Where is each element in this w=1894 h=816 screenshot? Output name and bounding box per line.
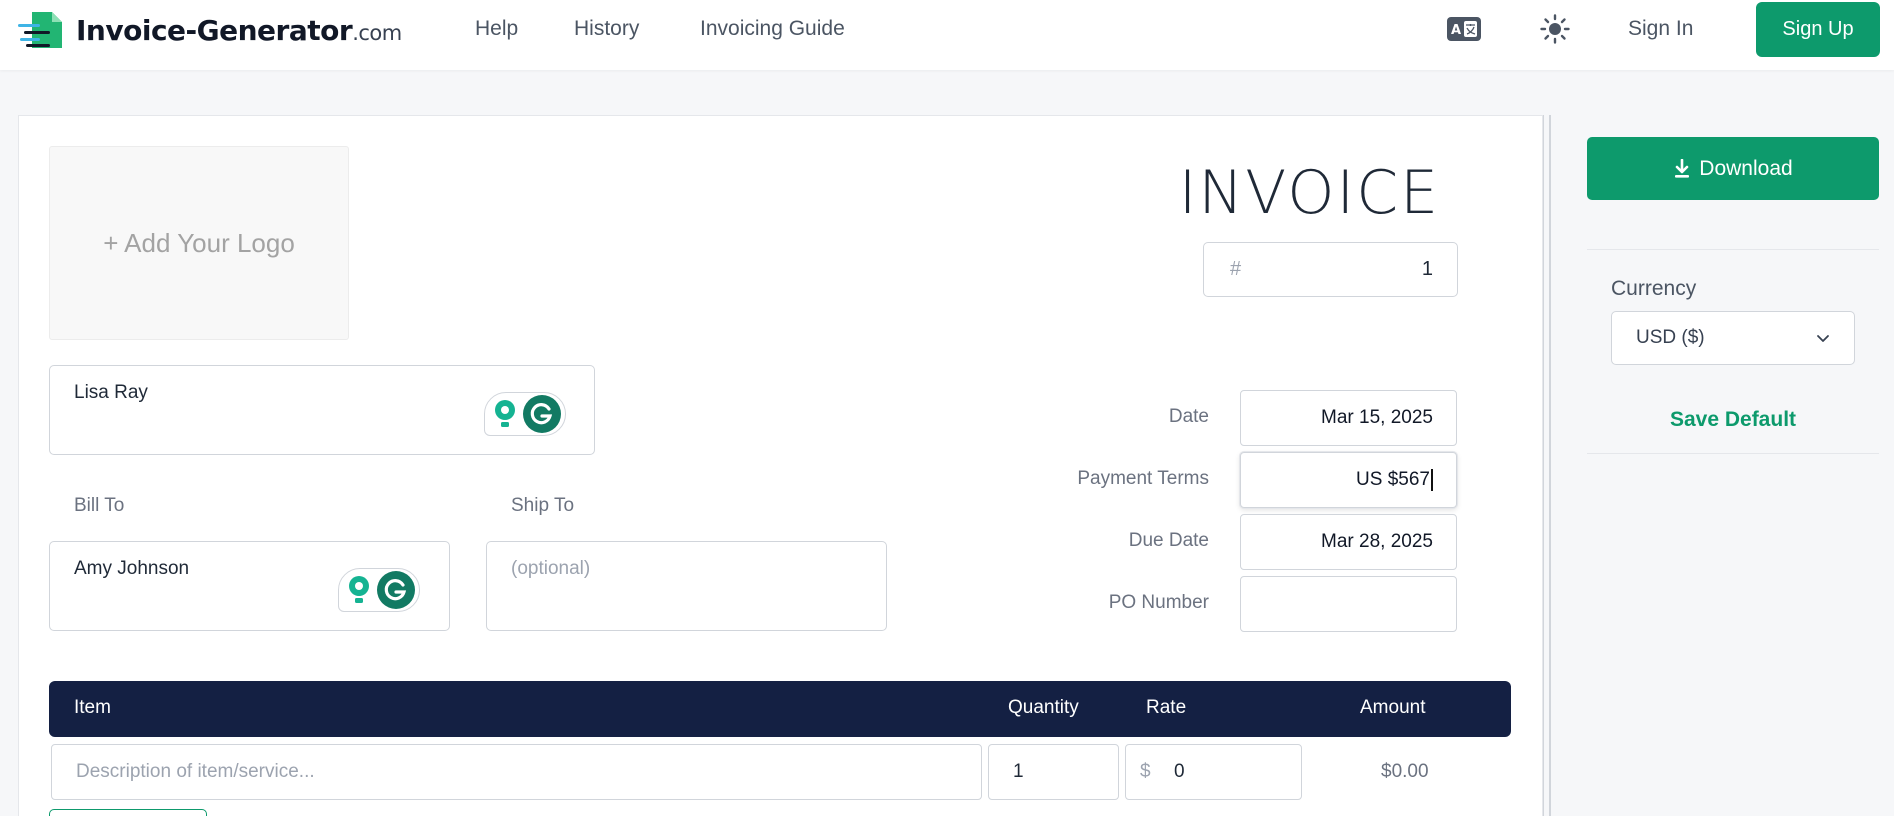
add-logo-button[interactable]: + Add Your Logo <box>49 146 349 340</box>
text-caret <box>1431 469 1433 491</box>
column-amount: Amount <box>1360 697 1426 718</box>
due-date-field[interactable]: Mar 28, 2025 <box>1240 514 1457 570</box>
invoice-title[interactable]: INVOICE <box>1179 158 1440 228</box>
ship-to-label: Ship To <box>511 495 575 516</box>
nav-history[interactable]: History <box>574 17 639 41</box>
payment-terms-value: US $567 <box>1356 469 1430 490</box>
currency-symbol: $ <box>1140 761 1151 782</box>
grammarly-badge[interactable] <box>338 568 420 612</box>
currency-label: Currency <box>1611 277 1697 300</box>
lightbulb-icon <box>349 576 369 603</box>
bill-to-field[interactable]: Amy Johnson <box>49 541 450 631</box>
item-description-placeholder: Description of item/service... <box>76 761 315 782</box>
item-amount: $0.00 <box>1381 761 1429 782</box>
date-field[interactable]: Mar 15, 2025 <box>1240 390 1457 446</box>
from-field[interactable]: Lisa Ray <box>49 365 595 455</box>
lightbulb-icon <box>495 400 515 427</box>
divider <box>1587 453 1879 454</box>
svg-text:A: A <box>1451 23 1461 38</box>
date-label: Date <box>1168 406 1209 427</box>
brand-logo-icon <box>18 10 68 50</box>
item-quantity-value: 1 <box>1013 761 1024 782</box>
brand-logo[interactable]: Invoice-Generator.com <box>18 10 402 50</box>
sign-up-button[interactable]: Sign Up <box>1756 2 1880 57</box>
po-number-field[interactable] <box>1240 576 1457 632</box>
item-description-field[interactable]: Description of item/service... <box>51 744 982 800</box>
top-nav-bar: Invoice-Generator.com Help History Invoi… <box>0 0 1894 70</box>
grammarly-icon <box>523 395 561 433</box>
column-rate: Rate <box>1146 697 1187 718</box>
nav-invoicing-guide[interactable]: Invoicing Guide <box>700 17 845 41</box>
currency-value: USD ($) <box>1636 327 1705 348</box>
download-label: Download <box>1699 156 1793 180</box>
save-default-button[interactable]: Save Default <box>1587 408 1879 432</box>
due-date-label: Due Date <box>1128 530 1209 551</box>
item-rate-value: 0 <box>1174 761 1185 782</box>
ship-to-field[interactable]: (optional) <box>486 541 887 631</box>
ship-to-placeholder: (optional) <box>511 558 591 579</box>
invoice-number-field[interactable]: # 1 <box>1203 242 1458 297</box>
sign-in-link[interactable]: Sign In <box>1628 17 1693 41</box>
invoice-card: + Add Your Logo INVOICE # 1 Lisa Ray Bil… <box>18 115 1543 816</box>
item-quantity-field[interactable]: 1 <box>988 744 1119 800</box>
download-icon <box>1675 158 1690 178</box>
bill-to-value: Amy Johnson <box>74 558 190 579</box>
column-item: Item <box>74 697 111 718</box>
nav-help[interactable]: Help <box>475 17 518 41</box>
line-items-header: Item Quantity Rate Amount <box>49 681 1511 737</box>
download-button[interactable]: Download <box>1587 137 1879 200</box>
po-number-label: PO Number <box>1108 592 1209 613</box>
payment-terms-label: Payment Terms <box>1077 468 1209 489</box>
column-quantity: Quantity <box>1008 697 1079 718</box>
payment-terms-field[interactable]: US $567 <box>1240 452 1457 508</box>
grammarly-badge[interactable] <box>484 392 566 436</box>
card-edge <box>1543 115 1551 816</box>
brand-name: Invoice-Generator.com <box>76 13 402 47</box>
hash-prefix: # <box>1230 258 1242 280</box>
grammarly-icon <box>377 571 415 609</box>
translate-icon[interactable]: A <box>1445 14 1483 44</box>
item-rate-field[interactable]: $ 0 <box>1125 744 1302 800</box>
currency-select[interactable]: USD ($) <box>1611 311 1855 365</box>
invoice-number-value: 1 <box>1421 258 1433 280</box>
chevron-down-icon <box>1817 335 1829 342</box>
from-value: Lisa Ray <box>74 382 148 403</box>
sun-icon[interactable] <box>1536 14 1574 44</box>
divider <box>1587 249 1879 250</box>
add-line-item-button[interactable] <box>49 809 207 816</box>
bill-to-label: Bill To <box>74 495 125 516</box>
